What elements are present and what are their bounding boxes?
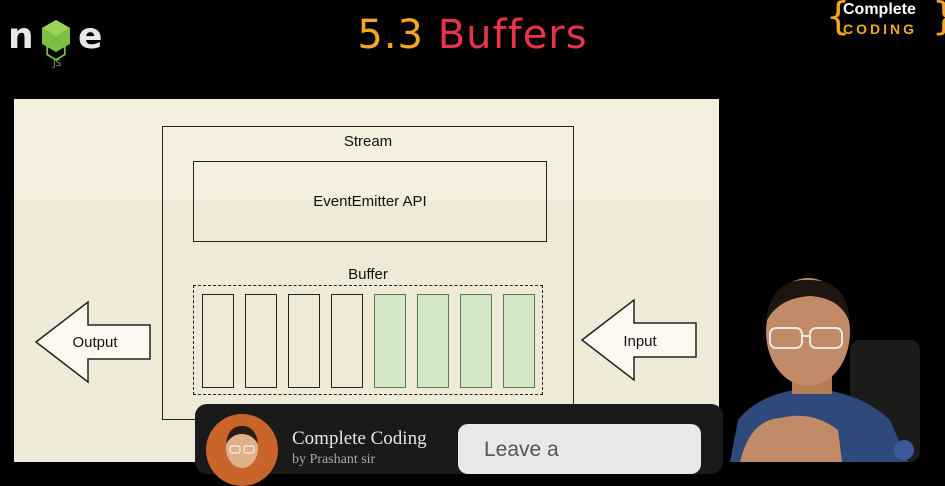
output-label: Output <box>72 334 118 351</box>
buffer-cell-empty <box>245 294 277 388</box>
buffer-cell-empty <box>331 294 363 388</box>
buffer-cell-filled <box>417 294 449 388</box>
complete-coding-logo: { Complete CODING } <box>826 0 945 40</box>
channel-avatar[interactable] <box>206 414 278 486</box>
comment-input[interactable]: Leave a <box>458 424 701 474</box>
channel-name[interactable]: Complete Coding <box>292 428 427 450</box>
brace-right-icon: } <box>932 0 945 38</box>
brand-line1: Complete <box>843 1 916 18</box>
channel-subtitle: by Prashant sir <box>292 452 376 467</box>
buffer-label: Buffer <box>348 266 388 283</box>
comment-placeholder: Leave a <box>484 438 559 461</box>
brand-line2: CODING <box>843 21 917 37</box>
stream-label: Stream <box>343 133 393 150</box>
video-title: 5.3 Buffers <box>0 12 945 58</box>
buffer-cell-empty <box>202 294 234 388</box>
avatar-image <box>226 426 258 468</box>
presenter-video <box>730 278 920 462</box>
event-emitter-label: EventEmitter API <box>313 193 427 210</box>
buffer-cell-filled <box>374 294 406 388</box>
title-word: Buffers <box>437 12 588 58</box>
buffer-cell-filled <box>503 294 535 388</box>
input-label: Input <box>623 333 657 350</box>
title-number: 5.3 <box>357 12 425 58</box>
buffer-cell-filled <box>460 294 492 388</box>
svg-text:JS: JS <box>52 59 62 69</box>
buffer-cell-empty <box>288 294 320 388</box>
